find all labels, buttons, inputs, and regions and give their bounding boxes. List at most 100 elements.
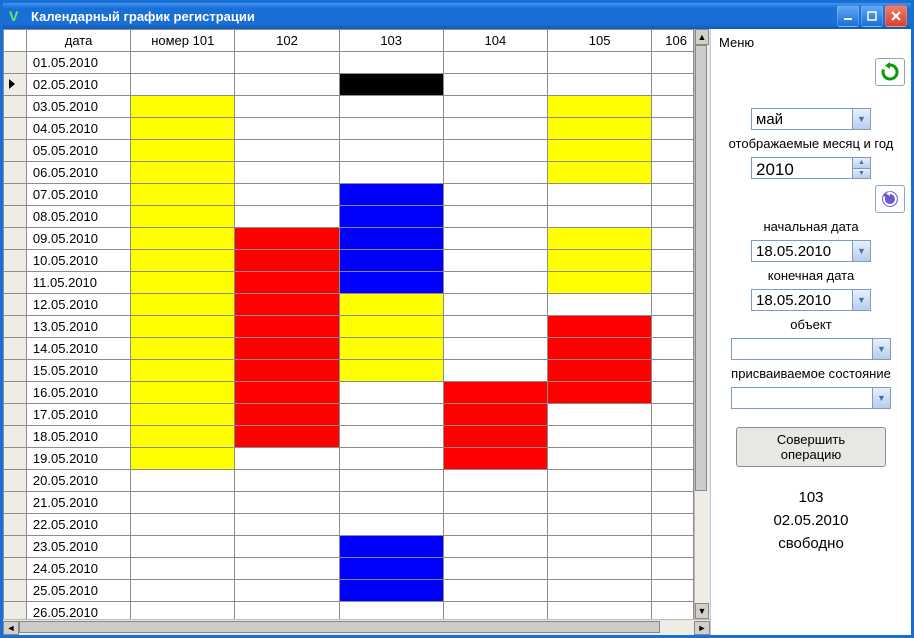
table-row[interactable]: 12.05.2010 bbox=[4, 294, 694, 316]
status-cell[interactable] bbox=[339, 448, 443, 470]
date-cell[interactable]: 21.05.2010 bbox=[26, 492, 130, 514]
month-combo[interactable]: май ▼ bbox=[751, 108, 871, 130]
chevron-down-icon[interactable]: ▼ bbox=[852, 241, 870, 261]
status-cell[interactable] bbox=[652, 74, 694, 96]
scroll-up-icon[interactable]: ▲ bbox=[695, 29, 709, 45]
status-cell[interactable] bbox=[652, 96, 694, 118]
object-combo[interactable]: ▼ bbox=[731, 338, 891, 360]
row-header[interactable] bbox=[4, 580, 27, 602]
column-header[interactable]: дата bbox=[26, 30, 130, 52]
status-cell[interactable] bbox=[652, 228, 694, 250]
date-cell[interactable]: 04.05.2010 bbox=[26, 118, 130, 140]
status-cell[interactable] bbox=[339, 382, 443, 404]
status-cell[interactable] bbox=[652, 272, 694, 294]
status-cell[interactable] bbox=[131, 470, 235, 492]
status-cell[interactable] bbox=[339, 294, 443, 316]
status-cell[interactable] bbox=[339, 338, 443, 360]
row-header[interactable] bbox=[4, 536, 27, 558]
status-cell[interactable] bbox=[548, 140, 652, 162]
status-cell[interactable] bbox=[235, 382, 339, 404]
status-cell[interactable] bbox=[548, 272, 652, 294]
row-header[interactable] bbox=[4, 96, 27, 118]
status-cell[interactable] bbox=[235, 404, 339, 426]
row-header[interactable] bbox=[4, 118, 27, 140]
status-cell[interactable] bbox=[443, 162, 547, 184]
status-cell[interactable] bbox=[131, 228, 235, 250]
status-cell[interactable] bbox=[235, 184, 339, 206]
status-cell[interactable] bbox=[548, 360, 652, 382]
row-header[interactable] bbox=[4, 514, 27, 536]
status-cell[interactable] bbox=[131, 426, 235, 448]
status-cell[interactable] bbox=[443, 96, 547, 118]
status-cell[interactable] bbox=[443, 52, 547, 74]
row-header[interactable] bbox=[4, 250, 27, 272]
status-cell[interactable] bbox=[339, 74, 443, 96]
status-cell[interactable] bbox=[235, 558, 339, 580]
status-cell[interactable] bbox=[339, 206, 443, 228]
status-cell[interactable] bbox=[548, 184, 652, 206]
status-cell[interactable] bbox=[652, 470, 694, 492]
status-cell[interactable] bbox=[131, 272, 235, 294]
date-cell[interactable]: 06.05.2010 bbox=[26, 162, 130, 184]
status-cell[interactable] bbox=[548, 580, 652, 602]
table-row[interactable]: 20.05.2010 bbox=[4, 470, 694, 492]
scroll-right-icon[interactable]: ► bbox=[694, 621, 710, 635]
status-cell[interactable] bbox=[131, 52, 235, 74]
status-cell[interactable] bbox=[652, 382, 694, 404]
status-cell[interactable] bbox=[131, 492, 235, 514]
date-cell[interactable]: 24.05.2010 bbox=[26, 558, 130, 580]
row-header[interactable] bbox=[4, 426, 27, 448]
year-spinner[interactable]: 2010 ▲ ▼ bbox=[751, 157, 871, 179]
status-cell[interactable] bbox=[339, 316, 443, 338]
status-cell[interactable] bbox=[443, 580, 547, 602]
status-cell[interactable] bbox=[652, 558, 694, 580]
status-cell[interactable] bbox=[548, 382, 652, 404]
row-header[interactable] bbox=[4, 228, 27, 250]
status-cell[interactable] bbox=[652, 514, 694, 536]
status-cell[interactable] bbox=[548, 338, 652, 360]
status-cell[interactable] bbox=[652, 184, 694, 206]
status-cell[interactable] bbox=[443, 140, 547, 162]
status-cell[interactable] bbox=[235, 360, 339, 382]
row-header[interactable] bbox=[4, 602, 27, 620]
end-date-combo[interactable]: 18.05.2010 ▼ bbox=[751, 289, 871, 311]
status-cell[interactable] bbox=[235, 492, 339, 514]
status-cell[interactable] bbox=[235, 118, 339, 140]
status-cell[interactable] bbox=[548, 294, 652, 316]
status-cell[interactable] bbox=[235, 580, 339, 602]
status-cell[interactable] bbox=[652, 118, 694, 140]
table-row[interactable]: 18.05.2010 bbox=[4, 426, 694, 448]
status-cell[interactable] bbox=[443, 294, 547, 316]
status-cell[interactable] bbox=[131, 360, 235, 382]
status-cell[interactable] bbox=[443, 536, 547, 558]
row-header[interactable] bbox=[4, 206, 27, 228]
scroll-down-icon[interactable]: ▼ bbox=[695, 603, 709, 619]
state-combo[interactable]: ▼ bbox=[731, 387, 891, 409]
row-header[interactable] bbox=[4, 492, 27, 514]
status-cell[interactable] bbox=[235, 448, 339, 470]
status-cell[interactable] bbox=[443, 338, 547, 360]
date-cell[interactable]: 16.05.2010 bbox=[26, 382, 130, 404]
row-header[interactable] bbox=[4, 404, 27, 426]
scroll-left-icon[interactable]: ◄ bbox=[3, 621, 19, 635]
status-cell[interactable] bbox=[235, 602, 339, 620]
minimize-button[interactable] bbox=[837, 5, 859, 27]
status-cell[interactable] bbox=[235, 140, 339, 162]
date-cell[interactable]: 05.05.2010 bbox=[26, 140, 130, 162]
row-header[interactable] bbox=[4, 162, 27, 184]
status-cell[interactable] bbox=[131, 580, 235, 602]
status-cell[interactable] bbox=[443, 206, 547, 228]
status-cell[interactable] bbox=[131, 448, 235, 470]
status-cell[interactable] bbox=[548, 250, 652, 272]
status-cell[interactable] bbox=[443, 448, 547, 470]
table-row[interactable]: 21.05.2010 bbox=[4, 492, 694, 514]
status-cell[interactable] bbox=[443, 250, 547, 272]
status-cell[interactable] bbox=[548, 536, 652, 558]
table-row[interactable]: 26.05.2010 bbox=[4, 602, 694, 620]
date-cell[interactable]: 15.05.2010 bbox=[26, 360, 130, 382]
date-cell[interactable]: 22.05.2010 bbox=[26, 514, 130, 536]
row-header[interactable] bbox=[4, 140, 27, 162]
vertical-scrollbar[interactable]: ▲ ▼ bbox=[694, 29, 710, 619]
status-cell[interactable] bbox=[652, 294, 694, 316]
status-cell[interactable] bbox=[652, 448, 694, 470]
